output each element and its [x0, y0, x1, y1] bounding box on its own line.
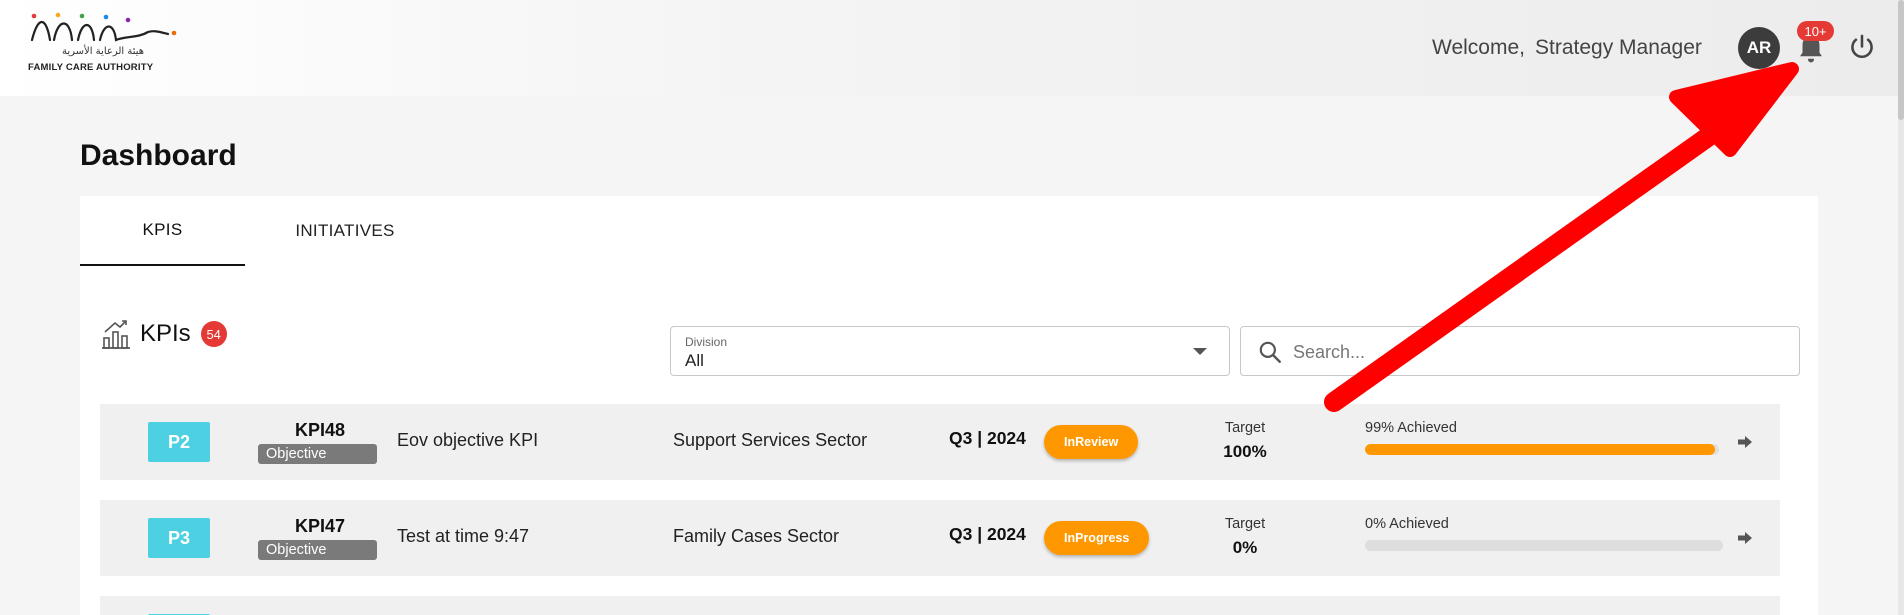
kpi-row[interactable]: [100, 596, 1780, 615]
target-value: 100%: [1223, 442, 1267, 461]
notification-badge: 10+: [1797, 21, 1834, 41]
target-value: 0%: [1232, 538, 1258, 557]
kpi-row[interactable]: P2 KPI48 Objective Eov objective KPI Sup…: [100, 404, 1780, 480]
kpi-name: Test at time 9:47: [397, 526, 530, 546]
kpi-code: KPI47: [294, 516, 346, 536]
scrollbar-thumb[interactable]: [1898, 0, 1904, 120]
priority-badge: P2: [148, 422, 210, 462]
kpis-count-badge: 54: [200, 321, 227, 347]
division-value: All: [685, 351, 704, 370]
tab-bar: KPIS INITIATIVES: [80, 196, 1818, 266]
target-label: Target: [1224, 516, 1266, 532]
achievement-progress-bar: [1365, 540, 1723, 551]
tab-initiatives[interactable]: INITIATIVES: [270, 196, 420, 266]
division-label: Division: [685, 335, 728, 349]
achievement-progress-fill: [1365, 444, 1716, 455]
achieved-label: 0% Achieved: [1365, 516, 1449, 532]
search-icon: [1259, 341, 1281, 363]
kpi-code: KPI48: [294, 420, 346, 440]
caret-down-icon: [1193, 348, 1207, 355]
logo-english-text: FAMILY CARE AUTHORITY: [28, 62, 154, 73]
welcome-label: Welcome,: [1432, 36, 1525, 59]
tab-kpis[interactable]: KPIS: [80, 196, 245, 266]
search-box: [1240, 326, 1800, 376]
kpi-sector: Support Services Sector: [673, 430, 868, 450]
division-select[interactable]: Division All: [670, 326, 1230, 376]
status-badge: InReview: [1044, 425, 1139, 459]
kpi-sector: Family Cases Sector: [673, 526, 840, 546]
kpis-header: KPIs 54: [100, 318, 227, 350]
page-title: Dashboard: [80, 139, 237, 172]
kpi-type-badge: Objective: [258, 540, 377, 560]
kpis-title: KPIs: [140, 320, 191, 347]
top-bar: هيئة الرعاية الأسرية FAMILY CARE AUTHORI…: [0, 0, 1904, 96]
page-scrollbar[interactable]: [1898, 0, 1904, 615]
priority-badge: P3: [148, 518, 210, 558]
welcome-message: Welcome, Strategy Manager: [1432, 36, 1702, 60]
achieved-label: 99% Achieved: [1365, 420, 1457, 436]
target-label: Target: [1224, 420, 1266, 436]
kpi-chart-icon: [102, 320, 130, 349]
search-input[interactable]: [1293, 337, 1773, 367]
power-icon[interactable]: [1848, 33, 1876, 61]
kpi-row[interactable]: P3 KPI47 Objective Test at time 9:47 Fam…: [100, 500, 1780, 576]
kpi-name: Eov objective KPI: [397, 430, 539, 450]
family-care-authority-logo[interactable]: هيئة الرعاية الأسرية FAMILY CARE AUTHORI…: [28, 10, 178, 76]
logo-mark-icon: [30, 12, 177, 42]
kpi-period: Q3 | 2024: [949, 524, 1026, 544]
user-name: Strategy Manager: [1534, 36, 1702, 59]
arrow-right-icon[interactable]: [1736, 433, 1754, 451]
arrow-right-icon[interactable]: [1736, 529, 1754, 547]
kpi-period: Q3 | 2024: [949, 428, 1026, 448]
dashboard-panel: KPIS INITIATIVES KPIs 54 Division All P2…: [80, 196, 1818, 615]
avatar[interactable]: AR: [1738, 27, 1780, 69]
achievement-progress-bar: [1365, 444, 1719, 455]
kpi-type-badge: Objective: [258, 444, 377, 464]
status-badge: InProgress: [1044, 521, 1150, 555]
logo-arabic-text: هيئة الرعاية الأسرية: [61, 46, 145, 57]
